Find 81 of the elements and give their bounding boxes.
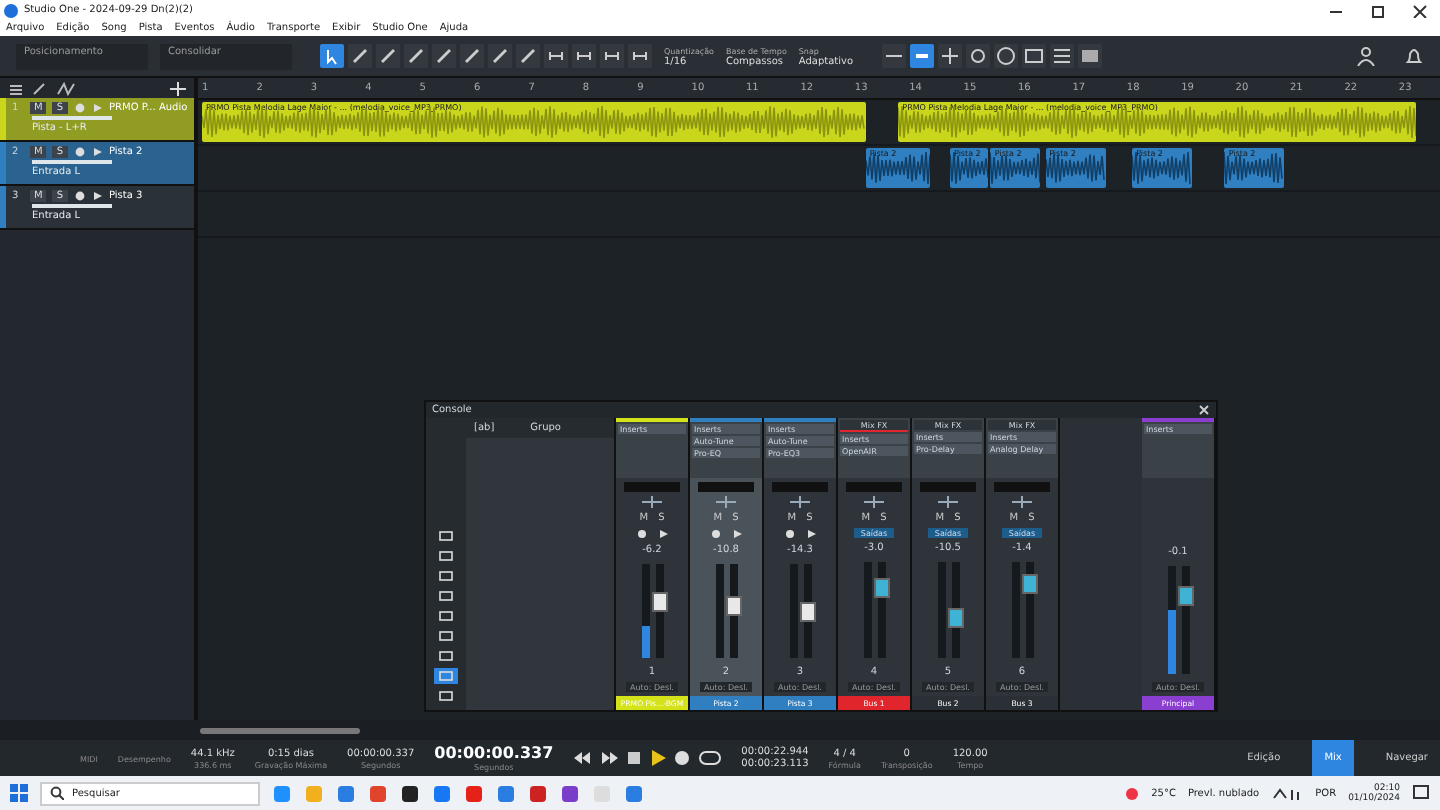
record-icon[interactable] (73, 146, 86, 158)
close-icon[interactable] (1412, 3, 1428, 17)
fader-handle[interactable] (725, 596, 741, 617)
weather-icon (1123, 785, 1140, 801)
tool-icon[interactable] (572, 44, 596, 68)
fader-handle[interactable] (651, 591, 667, 612)
send-display (920, 482, 976, 492)
fader-handle[interactable] (1021, 573, 1037, 594)
send-display (994, 482, 1050, 492)
pan-icon[interactable] (1010, 496, 1034, 508)
pan-icon[interactable] (788, 496, 812, 508)
waveform-drawing (865, 148, 931, 188)
time-display: 00:00:00.337 (434, 744, 554, 762)
fader-handle[interactable] (799, 602, 815, 623)
record-icon[interactable] (783, 528, 795, 540)
tool-icon[interactable] (600, 44, 624, 68)
fader-handle[interactable] (873, 578, 889, 599)
record-icon[interactable] (73, 190, 86, 202)
play-icon[interactable] (649, 750, 666, 766)
rewind-icon[interactable] (573, 750, 592, 766)
tool-icon[interactable] (488, 44, 512, 68)
console-tool-icon[interactable] (434, 588, 458, 604)
panel-icon[interactable] (1077, 44, 1102, 68)
monitor-icon[interactable] (805, 528, 817, 540)
waveform-drawing (950, 148, 989, 188)
maximize-icon[interactable] (1370, 3, 1386, 17)
console-tool-icon[interactable] (434, 548, 458, 564)
record-icon[interactable] (709, 528, 721, 540)
console-tool-icon[interactable] (434, 608, 458, 624)
tool-icon[interactable] (516, 44, 540, 68)
pan-icon[interactable] (936, 496, 960, 508)
bell-icon[interactable] (1404, 46, 1424, 66)
record-icon[interactable] (673, 750, 690, 766)
waveform-drawing (1224, 148, 1285, 188)
fader-handle[interactable] (947, 607, 963, 628)
scrollbar[interactable] (200, 727, 360, 733)
grid-icon[interactable] (1049, 44, 1074, 68)
send-display (624, 482, 680, 492)
app-icon (4, 3, 18, 17)
search-icon (50, 786, 64, 800)
tool-icon[interactable] (432, 44, 456, 68)
arrow-tool-icon[interactable] (320, 44, 344, 68)
console-tool-icon[interactable] (434, 568, 458, 584)
tray-icon[interactable] (1271, 785, 1304, 801)
console-tool-icon[interactable] (434, 628, 458, 644)
pan-icon[interactable] (714, 496, 738, 508)
console-tool-icon[interactable] (434, 688, 458, 704)
waveform-drawing (1132, 148, 1193, 188)
fast-forward-icon[interactable] (599, 750, 618, 766)
record-icon[interactable] (635, 528, 647, 540)
notification-icon[interactable] (1412, 784, 1430, 802)
console-tool-icon[interactable] (434, 528, 458, 544)
user-icon[interactable] (1356, 46, 1376, 66)
waveform-drawing (990, 148, 1040, 188)
level-meter (715, 564, 723, 658)
pan-icon[interactable] (862, 496, 886, 508)
tool-icon[interactable] (376, 44, 400, 68)
tool-icon[interactable] (937, 44, 962, 68)
waveform-drawing (1045, 148, 1105, 188)
loop-icon[interactable] (697, 750, 722, 766)
help-icon[interactable] (993, 44, 1018, 68)
automation-icon[interactable] (56, 81, 76, 95)
console-tool-icon[interactable] (434, 648, 458, 664)
tool-icon[interactable] (348, 44, 372, 68)
send-display (698, 482, 754, 492)
tool-icon[interactable] (460, 44, 484, 68)
monitor-icon[interactable] (731, 528, 743, 540)
send-display (846, 482, 902, 492)
windows-icon[interactable] (10, 784, 28, 802)
pan-icon[interactable] (640, 496, 664, 508)
fader-handle[interactable] (1177, 586, 1193, 607)
tool-icon[interactable] (628, 44, 652, 68)
send-display (772, 482, 828, 492)
monitor-icon[interactable] (657, 528, 669, 540)
list-icon[interactable] (8, 81, 24, 95)
add-track-icon[interactable] (170, 81, 186, 95)
snap-icon[interactable] (909, 44, 934, 68)
stop-icon[interactable] (625, 750, 642, 766)
tool-icon[interactable] (404, 44, 428, 68)
tool-icon[interactable] (881, 44, 906, 68)
tool-icon[interactable] (544, 44, 568, 68)
